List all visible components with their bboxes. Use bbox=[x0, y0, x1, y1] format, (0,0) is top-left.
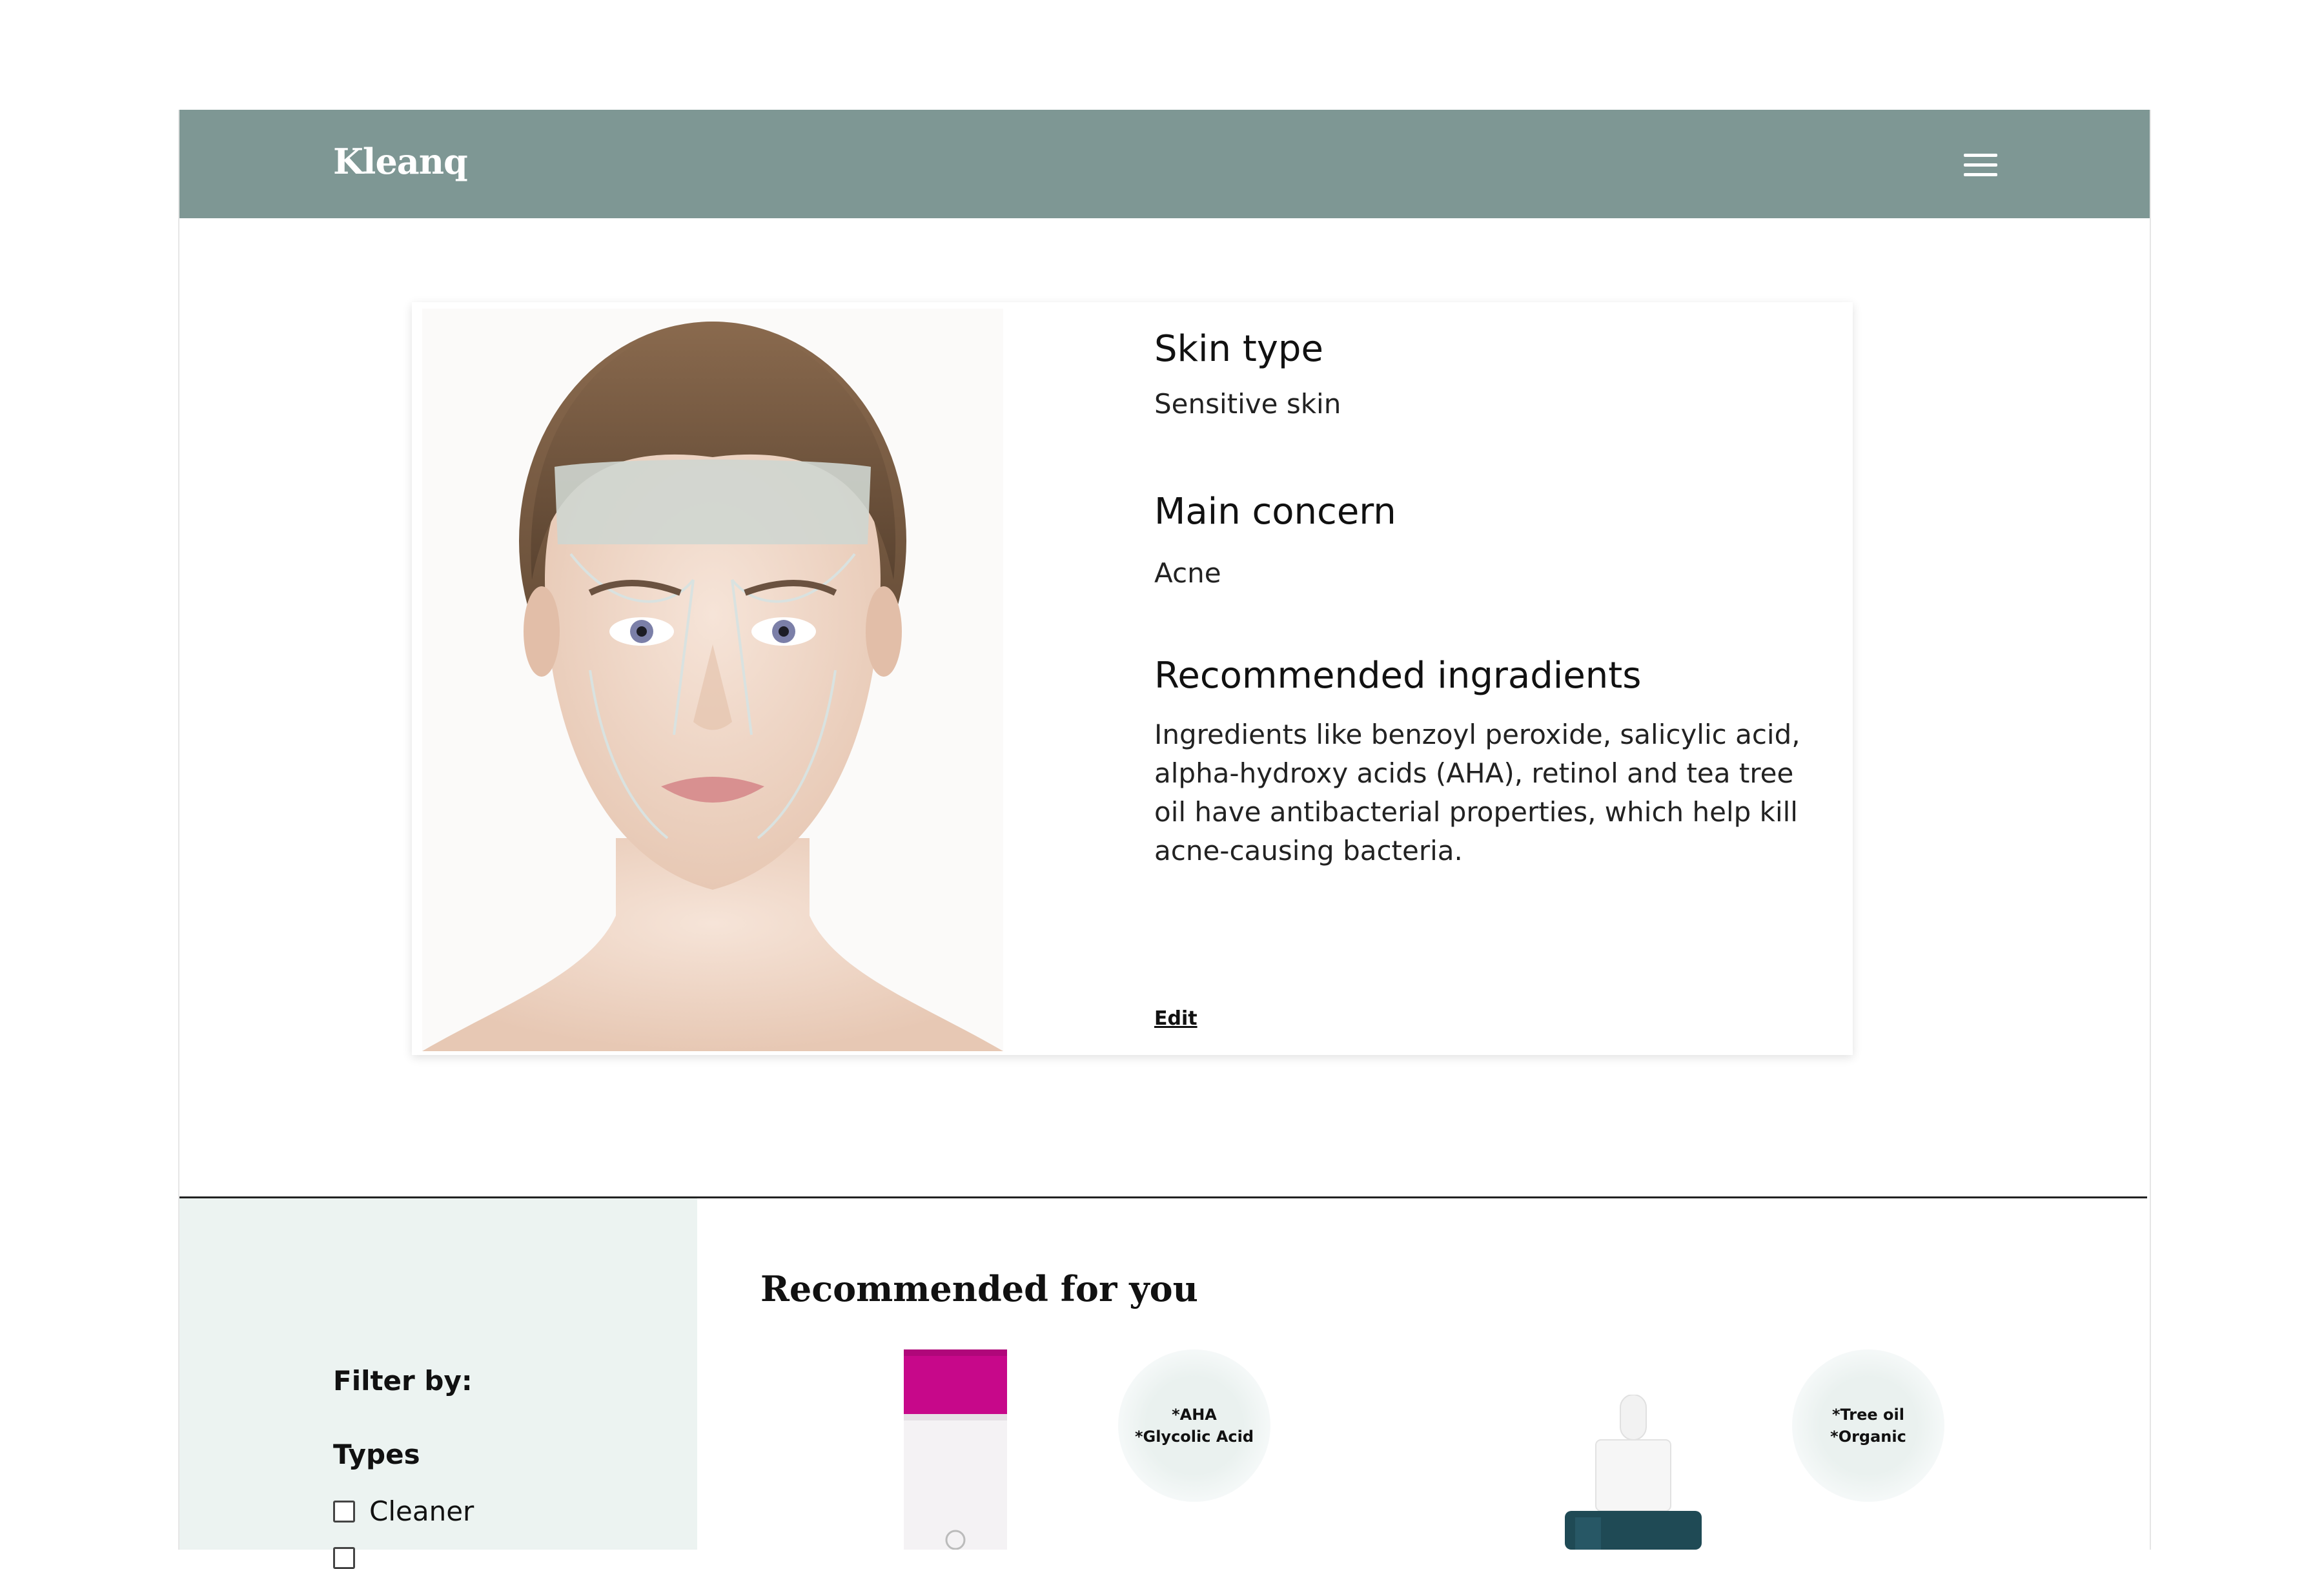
product-tags-tree-oil: *Tree oil *Organic bbox=[1792, 1349, 1944, 1502]
filter-title: Filter by: bbox=[333, 1365, 473, 1397]
cleaner-checkbox[interactable] bbox=[333, 1500, 355, 1523]
product-card-aha[interactable] bbox=[891, 1349, 1020, 1550]
main-concern-value: Acne bbox=[1154, 557, 1221, 589]
tag-tree-oil: *Tree oil bbox=[1832, 1406, 1904, 1424]
tag-aha: *AHA bbox=[1172, 1406, 1217, 1424]
ingredients-heading: Recommended ingradients bbox=[1154, 655, 1642, 697]
filter-option-cleaner[interactable]: Cleaner bbox=[333, 1495, 474, 1527]
brand-logo[interactable]: Kleanq bbox=[333, 141, 468, 182]
edit-profile-link[interactable]: Edit bbox=[1154, 1007, 1198, 1030]
types-title: Types bbox=[333, 1439, 420, 1470]
recommended-title: Recommended for you bbox=[760, 1268, 1198, 1309]
product-card-tree-oil[interactable] bbox=[1556, 1394, 1711, 1550]
main-concern-heading: Main concern bbox=[1154, 491, 1396, 533]
tag-organic: *Organic bbox=[1830, 1428, 1906, 1446]
cleaner-label: Cleaner bbox=[369, 1495, 474, 1527]
filter-sidebar: Filter by: Types Cleaner bbox=[179, 1198, 697, 1569]
next-filter-checkbox[interactable] bbox=[333, 1547, 355, 1569]
skin-type-heading: Skin type bbox=[1154, 328, 1323, 370]
tag-glycolic-acid: *Glycolic Acid bbox=[1134, 1428, 1254, 1446]
skin-type-value: Sensitive skin bbox=[1154, 388, 1341, 420]
hamburger-menu-icon[interactable] bbox=[1964, 154, 1997, 178]
pink-bottle-image bbox=[904, 1349, 1007, 1550]
top-navbar: Kleanq bbox=[179, 110, 2150, 218]
skin-profile-card: Skin type Sensitive skin Main concern Ac… bbox=[412, 302, 1853, 1055]
ingredients-text: Ingredients like benzoyl peroxide, salic… bbox=[1154, 719, 1800, 867]
face-illustration bbox=[422, 309, 1003, 1051]
product-tags-aha: *AHA *Glycolic Acid bbox=[1118, 1349, 1270, 1502]
dropper-bottle-image bbox=[1565, 1394, 1702, 1550]
